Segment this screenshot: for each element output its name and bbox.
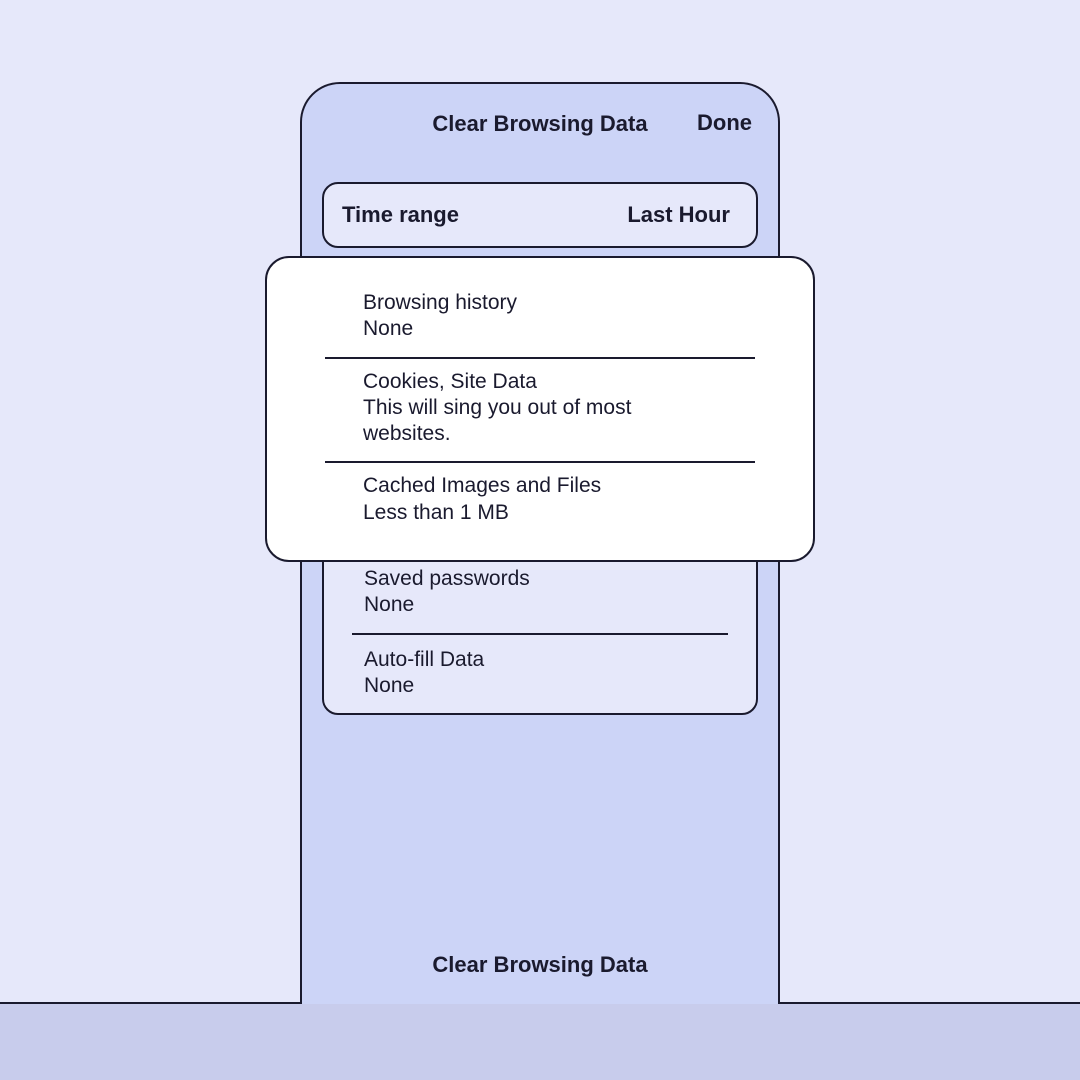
- item-title: Saved passwords: [364, 566, 716, 592]
- list-item-cookies-site-data[interactable]: Cookies, Site Data This will sing you ou…: [267, 359, 813, 462]
- list-item-autofill-data[interactable]: Auto-fill Data None: [324, 635, 756, 714]
- time-range-label: Time range: [342, 202, 459, 228]
- item-subtitle: None: [364, 592, 716, 618]
- highlighted-data-types-card: Browsing history None Cookies, Site Data…: [265, 256, 815, 562]
- page-title: Clear Browsing Data: [432, 111, 647, 137]
- item-subtitle: None: [364, 673, 716, 699]
- time-range-selector[interactable]: Time range Last Hour: [322, 182, 758, 248]
- header: Clear Browsing Data Done: [302, 84, 778, 164]
- item-title: Auto-fill Data: [364, 647, 716, 673]
- list-item-cached-images-files[interactable]: Cached Images and Files Less than 1 MB: [267, 463, 813, 540]
- item-subtitle: This will sing you out of most websites.: [363, 395, 643, 448]
- done-button[interactable]: Done: [697, 110, 752, 136]
- item-title: Cookies, Site Data: [363, 369, 755, 395]
- time-range-value: Last Hour: [627, 202, 730, 228]
- item-subtitle: None: [363, 316, 755, 342]
- ground-plane: [0, 1002, 1080, 1080]
- item-subtitle: Less than 1 MB: [363, 500, 755, 526]
- item-title: Browsing history: [363, 290, 755, 316]
- clear-browsing-data-button[interactable]: Clear Browsing Data: [302, 952, 778, 978]
- item-title: Cached Images and Files: [363, 473, 755, 499]
- list-item-saved-passwords[interactable]: Saved passwords None: [324, 554, 756, 633]
- list-item-browsing-history[interactable]: Browsing history None: [267, 280, 813, 357]
